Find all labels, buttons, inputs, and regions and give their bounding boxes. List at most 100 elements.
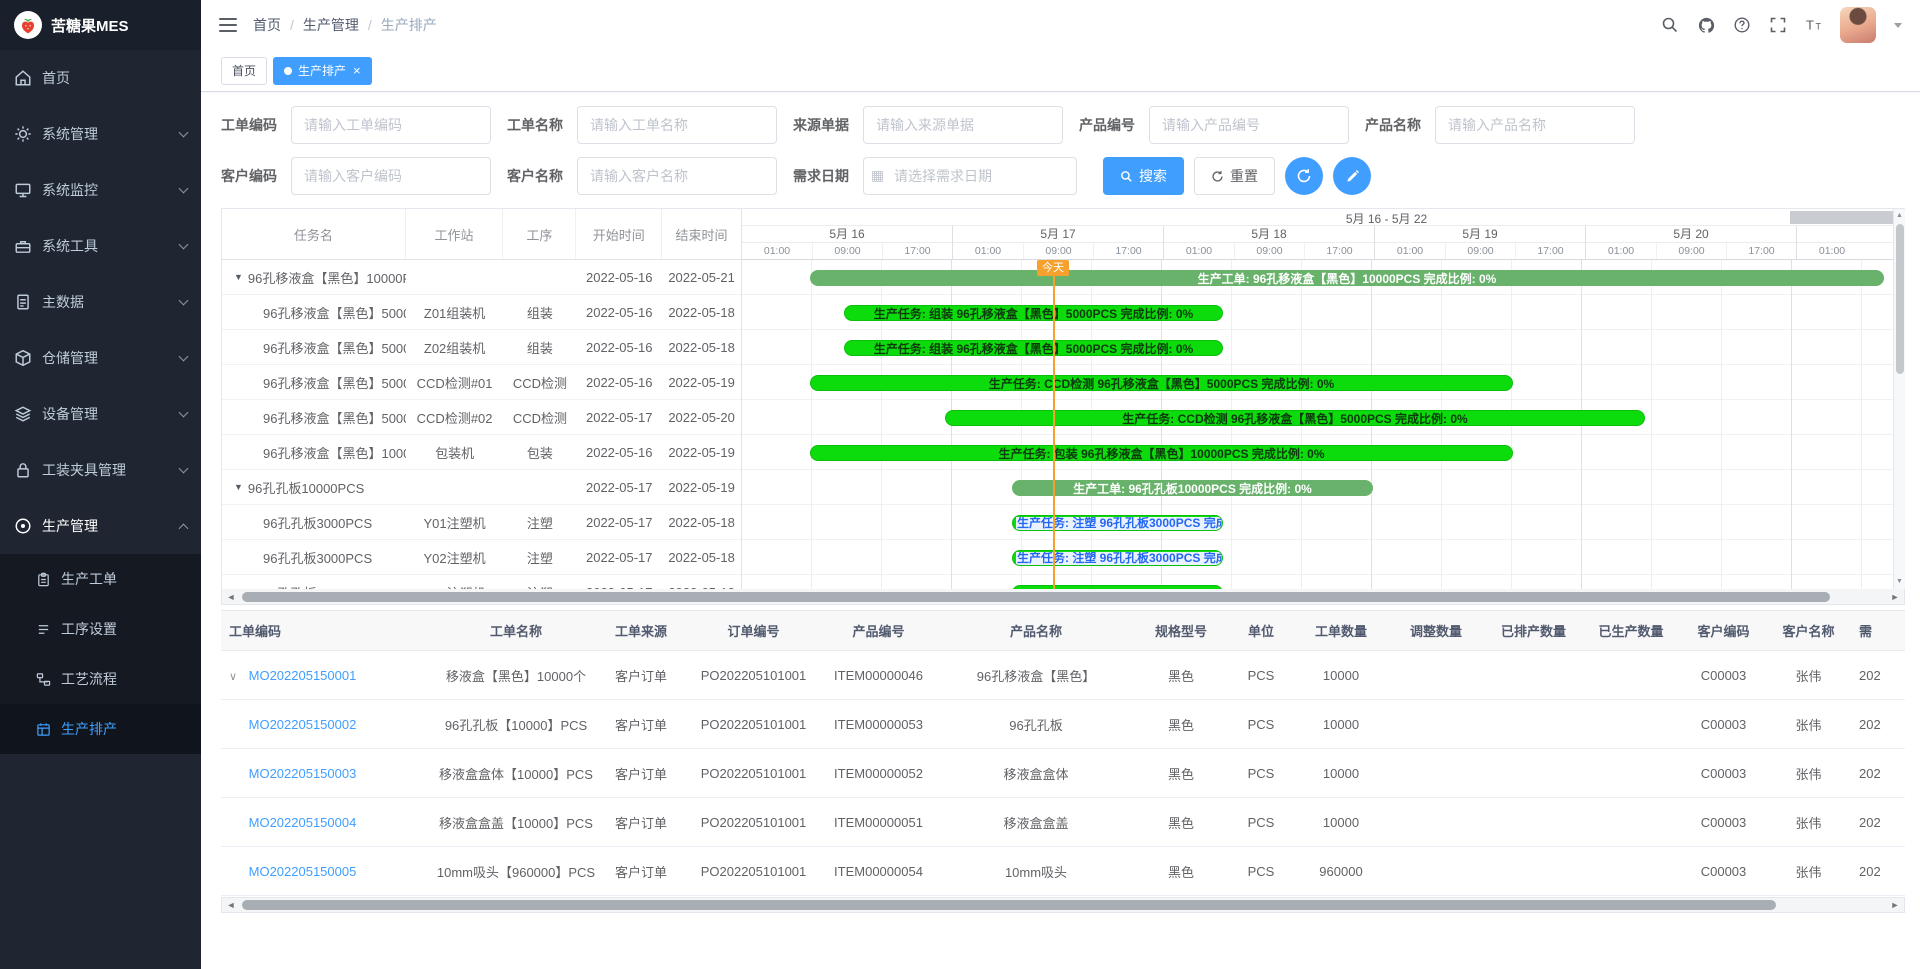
- gantt-bar[interactable]: 生产任务: 包装 96孔移液盒【黑色】10000PCS 完成比例: 0%: [810, 445, 1513, 461]
- gantt-task-row[interactable]: 96孔孔板3000PCS Y02注塑机 注塑 2022-05-17 2022-0…: [222, 540, 741, 575]
- sidebar-item-production-schedule[interactable]: 生产排产: [0, 704, 201, 754]
- order-row[interactable]: MO202205150002 96孔孔板【10000】PCS 客户订单 PO20…: [221, 700, 1905, 749]
- workorder-code-link[interactable]: MO202205150001: [249, 668, 357, 683]
- product-name-cell: 96孔移液盒【黑色】: [936, 651, 1136, 700]
- order-row[interactable]: ∨ MO202205150001 移液盒【黑色】10000个 客户订单 PO20…: [221, 651, 1905, 700]
- close-icon[interactable]: ×: [353, 64, 361, 77]
- gantt-bar[interactable]: [1012, 585, 1223, 589]
- reset-button[interactable]: 重置: [1194, 157, 1275, 195]
- gantt-task-row[interactable]: ▼ 96孔移液盒【黑色】10000P 2022-05-16 2022-05-21: [222, 260, 741, 295]
- product-no-cell: ITEM00000054: [821, 847, 936, 896]
- tab-home[interactable]: 首页: [221, 57, 267, 85]
- breadcrumb-home[interactable]: 首页: [253, 15, 281, 35]
- search-button[interactable]: 搜索: [1103, 157, 1184, 195]
- scroll-down-icon[interactable]: ▼: [1896, 577, 1903, 587]
- expand-caret-icon[interactable]: ∨: [229, 670, 245, 683]
- gantt-bar[interactable]: 生产工单: 96孔孔板10000PCS 完成比例: 0%: [1012, 480, 1373, 496]
- scroll-left-icon[interactable]: ◄: [222, 592, 240, 602]
- filter-input[interactable]: [1149, 106, 1349, 144]
- timeline-day: 5月 20 01:0009:0017:00: [1585, 226, 1796, 259]
- font-size-icon[interactable]: TT: [1804, 15, 1824, 35]
- tab-production-schedule[interactable]: 生产排产 ×: [273, 57, 372, 85]
- chevron-down-icon: [179, 240, 189, 250]
- filter-input[interactable]: [863, 157, 1077, 195]
- filter-row-2-fields: 客户编码 ▦ 客户名称 ▦ 需求日期 ▦: [221, 157, 1093, 195]
- gantt-horizontal-scrollbar[interactable]: ◄ ►: [221, 589, 1905, 605]
- gantt-task-row[interactable]: 96孔移液盒【黑色】5000P CCD检测#01 CCD检测 2022-05-1…: [222, 365, 741, 400]
- workorder-code-link[interactable]: MO202205150004: [249, 815, 357, 830]
- scroll-left-icon[interactable]: ◄: [222, 900, 240, 910]
- help-icon[interactable]: [1732, 15, 1752, 35]
- search-icon[interactable]: [1660, 15, 1680, 35]
- refresh-gantt-button[interactable]: [1285, 157, 1323, 195]
- gantt-bar[interactable]: 生产工单: 96孔移液盒【黑色】10000PCS 完成比例: 0%: [810, 270, 1884, 286]
- orders-horizontal-scrollbar[interactable]: ◄ ►: [221, 897, 1905, 913]
- process-cell: CCD检测: [503, 408, 576, 427]
- sidebar-item-production-management[interactable]: 生产管理: [0, 498, 201, 554]
- sidebar-item-process-settings[interactable]: 工序设置: [0, 604, 201, 654]
- fullscreen-icon[interactable]: [1768, 15, 1788, 35]
- gantt-bar[interactable]: 生产任务: 注塑 96孔孔板3000PCS 完成: [1012, 515, 1223, 531]
- gantt-task-row[interactable]: 96孔移液盒【黑色】5000P CCD检测#02 CCD检测 2022-05-1…: [222, 400, 741, 435]
- scroll-right-icon[interactable]: ►: [1886, 900, 1904, 910]
- gantt-bar[interactable]: 生产任务: 组装 96孔移液盒【黑色】5000PCS 完成比例: 0%: [844, 340, 1223, 356]
- scroll-right-icon[interactable]: ►: [1886, 592, 1904, 602]
- gantt-task-row[interactable]: 96孔移液盒【黑色】10000 包装机 包装 2022-05-16 2022-0…: [222, 435, 741, 470]
- sidebar-item-fixture-management[interactable]: 工装夹具管理: [0, 442, 201, 498]
- gantt-task-row[interactable]: 96孔孔板3000PCS Y03注塑机 注塑 2022-05-17 2022-0…: [222, 575, 741, 589]
- sidebar-item-system-management[interactable]: 系统管理: [0, 106, 201, 162]
- gantt-bar[interactable]: 生产任务: CCD检测 96孔移液盒【黑色】5000PCS 完成比例: 0%: [945, 410, 1645, 426]
- workorder-name-cell: 移液盒【黑色】10000个: [436, 651, 596, 700]
- filter-input[interactable]: [577, 106, 777, 144]
- tree-caret-icon[interactable]: ▼: [234, 272, 243, 282]
- sidebar-item-system-monitor[interactable]: 系统监控: [0, 162, 201, 218]
- sidebar-item-master-data[interactable]: 主数据: [0, 274, 201, 330]
- gantt-bar[interactable]: 生产任务: 注塑 96孔孔板3000PCS 完成: [1012, 550, 1223, 566]
- breadcrumb-production-management[interactable]: 生产管理: [303, 15, 359, 35]
- hour-row: 01:0009:0017:00: [953, 243, 1163, 259]
- filter-input[interactable]: [291, 157, 491, 195]
- workorder-code-link[interactable]: MO202205150002: [249, 717, 357, 732]
- scrollbar-thumb[interactable]: [1896, 224, 1904, 374]
- order-row[interactable]: MO202205150004 移液盒盒盖【10000】PCS 客户订单 PO20…: [221, 798, 1905, 847]
- user-avatar[interactable]: [1840, 7, 1876, 43]
- gantt-task-row[interactable]: 96孔移液盒【黑色】5000P Z02组装机 组装 2022-05-16 202…: [222, 330, 741, 365]
- column-header: 规格型号: [1136, 611, 1226, 651]
- caret-down-icon[interactable]: [1894, 23, 1902, 28]
- gantt-bar[interactable]: 生产任务: 组装 96孔移液盒【黑色】5000PCS 完成比例: 0%: [844, 305, 1223, 321]
- sidebar-item-equipment-management[interactable]: 设备管理: [0, 386, 201, 442]
- task-name-cell: 96孔移液盒【黑色】5000P: [222, 373, 406, 392]
- tree-caret-icon[interactable]: ▼: [234, 482, 243, 492]
- scrollbar-thumb[interactable]: [242, 900, 1776, 910]
- filter-input[interactable]: [291, 106, 491, 144]
- workorder-code-link[interactable]: MO202205150005: [249, 864, 357, 879]
- github-icon[interactable]: [1696, 15, 1716, 35]
- filter-row-2: 客户编码 ▦ 客户名称 ▦ 需求日期 ▦: [221, 157, 1920, 195]
- end-time-cell: 2022-05-18: [662, 550, 741, 565]
- sidebar-item-warehouse-management[interactable]: 仓储管理: [0, 330, 201, 386]
- workorder-code-link[interactable]: MO202205150003: [249, 766, 357, 781]
- start-time-cell: 2022-05-16: [576, 445, 662, 460]
- order-row[interactable]: MO202205150003 移液盒盒体【10000】PCS 客户订单 PO20…: [221, 749, 1905, 798]
- gantt-task-row[interactable]: 96孔孔板3000PCS Y01注塑机 注塑 2022-05-17 2022-0…: [222, 505, 741, 540]
- gantt-bar[interactable]: 生产任务: CCD检测 96孔移液盒【黑色】5000PCS 完成比例: 0%: [810, 375, 1513, 391]
- gantt-task-row[interactable]: 96孔移液盒【黑色】5000P Z01组装机 组装 2022-05-16 202…: [222, 295, 741, 330]
- sidebar-item-system-tools[interactable]: 系统工具: [0, 218, 201, 274]
- edit-button[interactable]: [1333, 157, 1371, 195]
- gantt-task-row[interactable]: ▼ 96孔孔板10000PCS 2022-05-17 2022-05-19: [222, 470, 741, 505]
- week-range-label: 5月 16 - 5月 22: [1346, 210, 1427, 227]
- filter-input[interactable]: [577, 157, 777, 195]
- sidebar-item-production-workorder[interactable]: 生产工单: [0, 554, 201, 604]
- order-row[interactable]: MO202205150005 10mm吸头【960000】PCS 客户订单 PO…: [221, 847, 1905, 896]
- home-icon: [14, 69, 32, 87]
- scrollbar-thumb[interactable]: [242, 592, 1830, 602]
- sidebar-item-label: 系统监控: [42, 180, 98, 200]
- sidebar-item-process-flow[interactable]: 工艺流程: [0, 654, 201, 704]
- filter-input[interactable]: [863, 106, 1063, 144]
- scroll-up-icon[interactable]: ▲: [1896, 211, 1903, 221]
- sidebar: 苦糖果MES 首页 系统管理 系统监控 系统工具 主数据 仓储管理: [0, 0, 201, 969]
- sidebar-item-home[interactable]: 首页: [0, 50, 201, 106]
- gantt-vertical-scrollbar[interactable]: ▲ ▼: [1893, 209, 1905, 589]
- sidebar-toggle-icon[interactable]: [219, 18, 237, 32]
- filter-input[interactable]: [1435, 106, 1635, 144]
